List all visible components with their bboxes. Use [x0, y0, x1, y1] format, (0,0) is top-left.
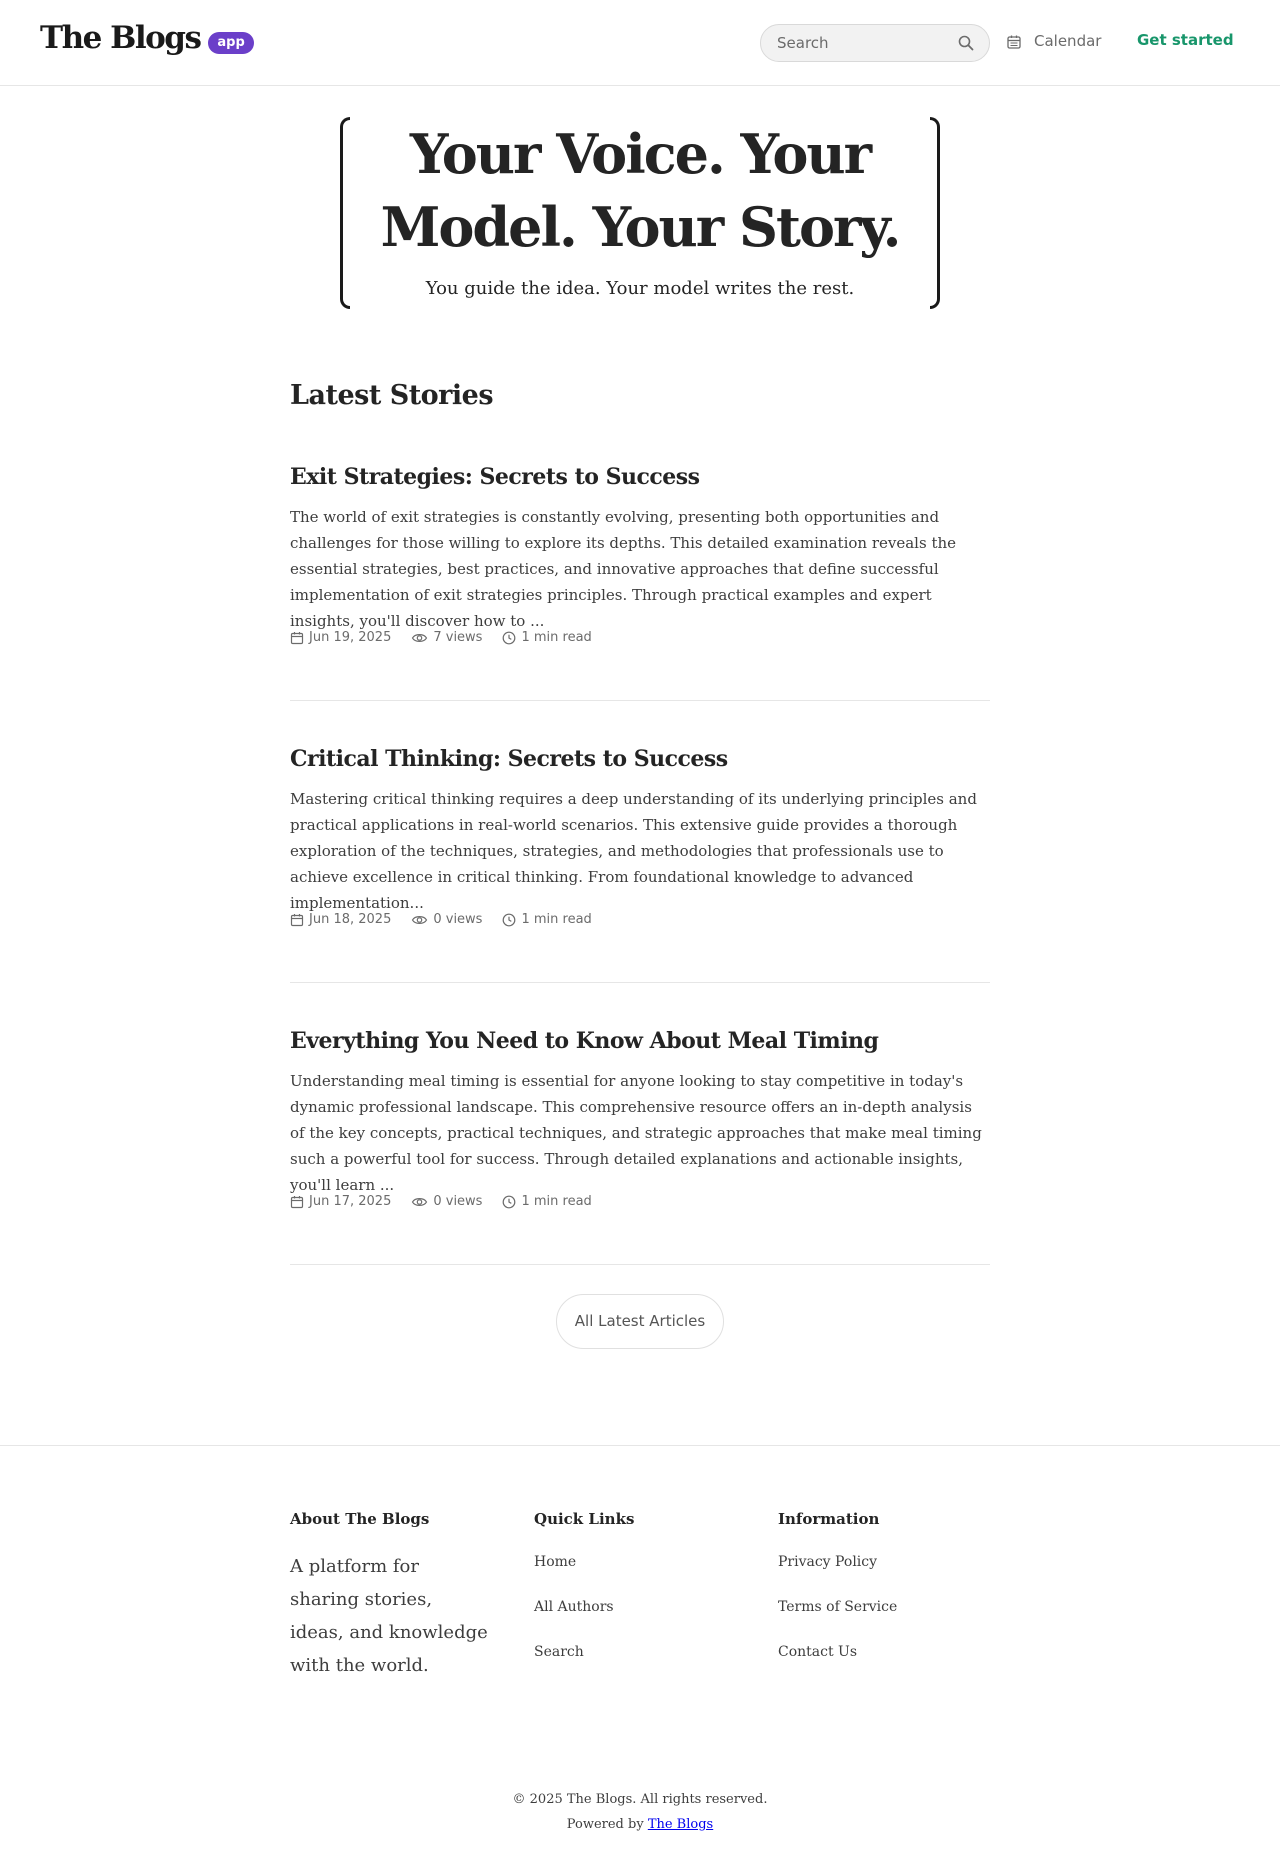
get-started-link[interactable]: Get started: [1137, 31, 1234, 49]
logo-badge: app: [208, 32, 254, 54]
article-date: Jun 18, 2025: [290, 912, 391, 927]
calendar-label: Calendar: [1034, 31, 1102, 50]
article-meta: Jun 18, 2025 0 views 1 min read: [290, 912, 612, 927]
article-title[interactable]: Exit Strategies: Secrets to Success: [290, 464, 700, 490]
copyright-text: © 2025 The Blogs. All rights reserved.: [512, 1792, 768, 1807]
search-box[interactable]: [760, 24, 990, 62]
footer-link-all-authors[interactable]: All Authors: [534, 1595, 634, 1620]
article-date-text: Jun 18, 2025: [309, 912, 392, 927]
footer-about-text: A platform for sharing stories, ideas, a…: [290, 1556, 488, 1676]
article-views: 0 views: [411, 912, 482, 927]
powered-by-label: Powered by: [566, 1817, 644, 1832]
all-latest-articles-button[interactable]: All Latest Articles: [556, 1294, 724, 1349]
eye-icon: [412, 915, 428, 924]
footer-link-privacy-policy[interactable]: Privacy Policy: [778, 1550, 897, 1575]
powered-by-link[interactable]: The Blogs: [648, 1817, 713, 1832]
footer-link-terms-of-service[interactable]: Terms of Service: [778, 1595, 897, 1620]
footer-quick-links-heading: Quick Links: [534, 1510, 635, 1528]
hero-banner: Your Voice. Your Model. Your Story. You …: [340, 117, 940, 309]
footer-information-heading: Information: [778, 1510, 880, 1528]
article-views: 0 views: [411, 1194, 482, 1209]
article-card[interactable]: Everything You Need to Know About Meal T…: [290, 1028, 990, 1265]
article-read-time: 1 min read: [502, 1194, 592, 1209]
calendar-icon: [1007, 35, 1021, 49]
calendar-link[interactable]: Calendar: [1006, 31, 1101, 50]
article-date-text: Jun 17, 2025: [309, 1194, 392, 1209]
article-title[interactable]: Critical Thinking: Secrets to Success: [290, 746, 728, 772]
article-date-text: Jun 19, 2025: [309, 630, 392, 645]
section-title: Latest Stories: [290, 380, 494, 411]
clock-icon: [503, 1195, 516, 1208]
article-views: 7 views: [411, 630, 482, 645]
hero-title: Your Voice. Your Model. Your Story.: [380, 122, 902, 259]
eye-icon: [412, 633, 428, 642]
powered-by: Powered by The Blogs: [0, 1812, 1280, 1837]
search-input[interactable]: [777, 25, 947, 61]
site-logo[interactable]: The Blogs app: [40, 20, 254, 56]
top-nav: The Blogs app Calendar Get started: [0, 0, 1280, 86]
article-excerpt: The world of exit strategies is constant…: [290, 508, 957, 630]
search-icon[interactable]: [957, 34, 975, 52]
hero-subtitle: You guide the idea. Your model writes th…: [425, 278, 855, 299]
eye-icon: [412, 1197, 428, 1206]
article-card[interactable]: Critical Thinking: Secrets to Success Ma…: [290, 746, 990, 983]
calendar-icon: [290, 913, 304, 926]
article-title[interactable]: Everything You Need to Know About Meal T…: [290, 1028, 879, 1054]
article-excerpt: Mastering critical thinking requires a d…: [290, 790, 977, 912]
article-excerpt: Understanding meal timing is essential f…: [290, 1072, 982, 1194]
site-footer: About The Blogs A platform for sharing s…: [0, 1445, 1280, 1866]
article-read-time: 1 min read: [502, 630, 592, 645]
footer-about: About The Blogs A platform for sharing s…: [290, 1510, 490, 1682]
footer-link-contact-us[interactable]: Contact Us: [778, 1640, 897, 1665]
logo-text[interactable]: The Blogs: [40, 20, 202, 56]
footer-about-heading: About The Blogs: [290, 1510, 430, 1528]
clock-icon: [503, 913, 516, 926]
calendar-icon: [290, 1195, 304, 1208]
copyright: © 2025 The Blogs. All rights reserved. P…: [0, 1787, 1280, 1837]
article-meta: Jun 17, 2025 0 views 1 min read: [290, 1194, 612, 1209]
footer-link-search[interactable]: Search: [534, 1640, 634, 1665]
article-card[interactable]: Exit Strategies: Secrets to Success The …: [290, 464, 990, 701]
article-views-text: 0 views: [433, 912, 483, 927]
article-read-time: 1 min read: [502, 912, 592, 927]
footer-quick-links: Quick Links Home All Authors Search: [534, 1510, 634, 1685]
article-read-time-text: 1 min read: [521, 630, 592, 645]
article-views-text: 0 views: [433, 1194, 483, 1209]
article-views-text: 7 views: [433, 630, 483, 645]
article-read-time-text: 1 min read: [521, 1194, 592, 1209]
clock-icon: [503, 631, 516, 644]
footer-information: Information Privacy Policy Terms of Serv…: [778, 1510, 897, 1685]
article-meta: Jun 19, 2025 7 views 1 min read: [290, 630, 612, 645]
calendar-icon: [290, 631, 304, 644]
footer-link-home[interactable]: Home: [534, 1550, 634, 1575]
article-read-time-text: 1 min read: [521, 912, 592, 927]
article-date: Jun 19, 2025: [290, 630, 391, 645]
article-date: Jun 17, 2025: [290, 1194, 391, 1209]
